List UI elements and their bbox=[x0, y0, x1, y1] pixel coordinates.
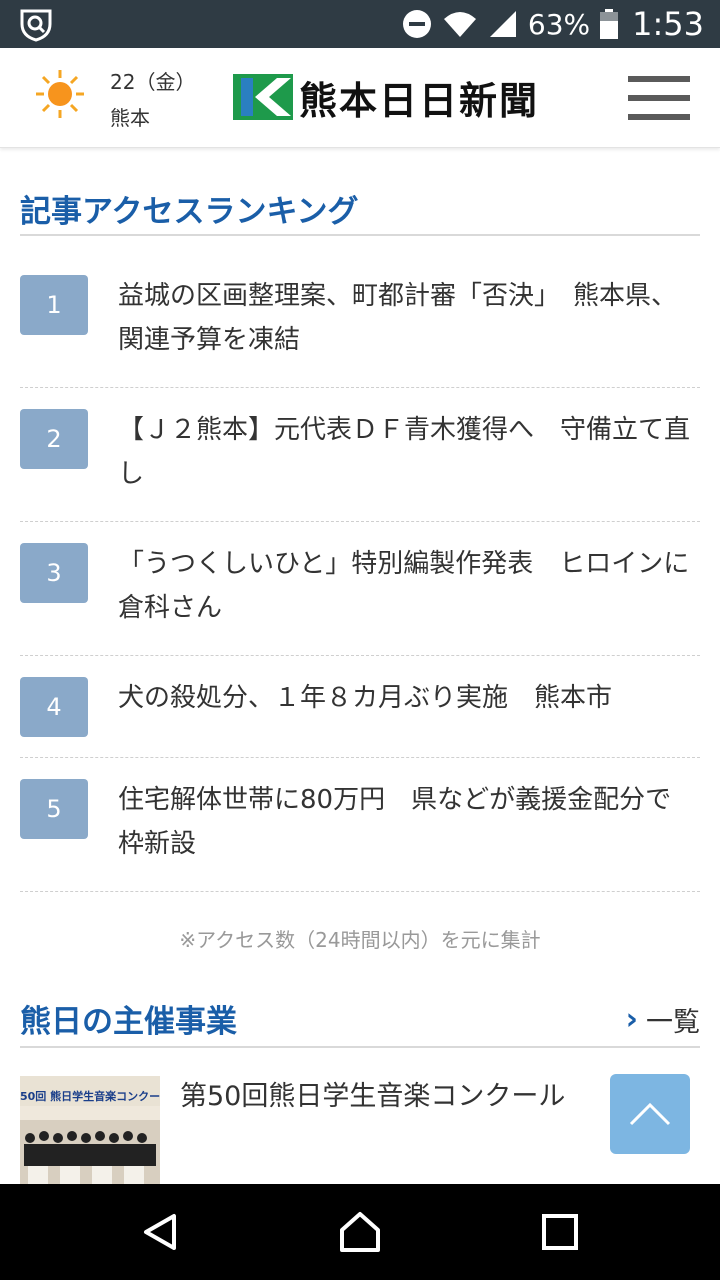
rank-badge: 3 bbox=[20, 543, 88, 603]
hamburger-menu-icon[interactable] bbox=[628, 76, 690, 120]
ranking-item-title[interactable]: 益城の区画整理案、町都計審「否決」 熊本県、関連予算を凍結 bbox=[118, 274, 692, 362]
battery-percent: 63% bbox=[527, 7, 591, 41]
ranking-item-title[interactable]: 犬の殺処分、１年８カ月ぶり実施 熊本市 bbox=[118, 676, 692, 720]
home-icon[interactable] bbox=[336, 1208, 384, 1256]
event-title[interactable]: 第50回熊日学生音楽コンクール bbox=[180, 1076, 565, 1118]
ranking-heading: 記事アクセスランキング bbox=[20, 186, 700, 236]
weather-date: 22（金） bbox=[110, 70, 196, 94]
ranking-item[interactable]: 2 【Ｊ２熊本】元代表ＤＦ青木獲得へ 守備立て直し bbox=[20, 388, 700, 522]
events-heading: 熊日の主催事業 bbox=[20, 996, 700, 1048]
status-bar: 63% 1:53 bbox=[0, 0, 720, 48]
rank-badge: 2 bbox=[20, 409, 88, 469]
logo-mark-icon bbox=[233, 74, 293, 120]
ranking-item-title[interactable]: 【Ｊ２熊本】元代表ＤＦ青木獲得へ 守備立て直し bbox=[118, 408, 692, 496]
events-list-link[interactable]: › 一覧 bbox=[626, 1000, 700, 1039]
events-title: 熊日の主催事業 bbox=[20, 1004, 237, 1040]
ranking-item[interactable]: 5 住宅解体世帯に80万円 県などが義援金配分で枠新設 bbox=[20, 758, 700, 892]
ranking-item[interactable]: 3 「うつくしいひと」特別編製作発表 ヒロインに倉科さん bbox=[20, 522, 700, 656]
ranking-item-title[interactable]: 「うつくしいひと」特別編製作発表 ヒロインに倉科さん bbox=[118, 542, 692, 630]
signal-icon bbox=[489, 11, 516, 37]
site-logo[interactable]: 熊本日日新聞 bbox=[233, 73, 563, 123]
back-to-top-button[interactable] bbox=[610, 1074, 690, 1154]
recents-icon[interactable] bbox=[536, 1208, 584, 1256]
ranking-item[interactable]: 1 益城の区画整理案、町都計審「否決」 熊本県、関連予算を凍結 bbox=[20, 254, 700, 388]
back-icon[interactable] bbox=[136, 1208, 184, 1256]
rank-badge: 5 bbox=[20, 779, 88, 839]
weather-city: 熊本 bbox=[110, 106, 150, 130]
sun-icon bbox=[36, 70, 84, 118]
event-thumbnail[interactable]: 50回 熊日学生音楽コンクール bbox=[20, 1076, 160, 1184]
chevron-right-icon: › bbox=[625, 1002, 638, 1037]
battery-icon bbox=[600, 9, 619, 39]
ranking-title: 記事アクセスランキング bbox=[20, 194, 359, 230]
ranking-item-title[interactable]: 住宅解体世帯に80万円 県などが義援金配分で枠新設 bbox=[118, 778, 692, 866]
rank-badge: 1 bbox=[20, 275, 88, 335]
system-nav-bar bbox=[0, 1184, 720, 1280]
clock: 1:53 bbox=[632, 5, 704, 43]
wifi-icon bbox=[443, 12, 476, 37]
rank-badge: 4 bbox=[20, 677, 88, 737]
site-header: 22（金） 熊本 熊本日日新聞 bbox=[0, 48, 720, 148]
event-thumb-banner: 50回 熊日学生音楽コンクール bbox=[20, 1090, 160, 1103]
ranking-item[interactable]: 4 犬の殺処分、１年８カ月ぶり実施 熊本市 bbox=[20, 656, 700, 758]
shield-icon bbox=[20, 9, 52, 42]
events-list-label: 一覧 bbox=[646, 1007, 700, 1038]
dnd-icon bbox=[402, 10, 431, 38]
ranking-note: ※アクセス数（24時間以内）を元に集計 bbox=[179, 928, 541, 952]
chevron-up-icon bbox=[629, 1102, 671, 1126]
logo-text: 熊本日日新聞 bbox=[299, 77, 540, 123]
